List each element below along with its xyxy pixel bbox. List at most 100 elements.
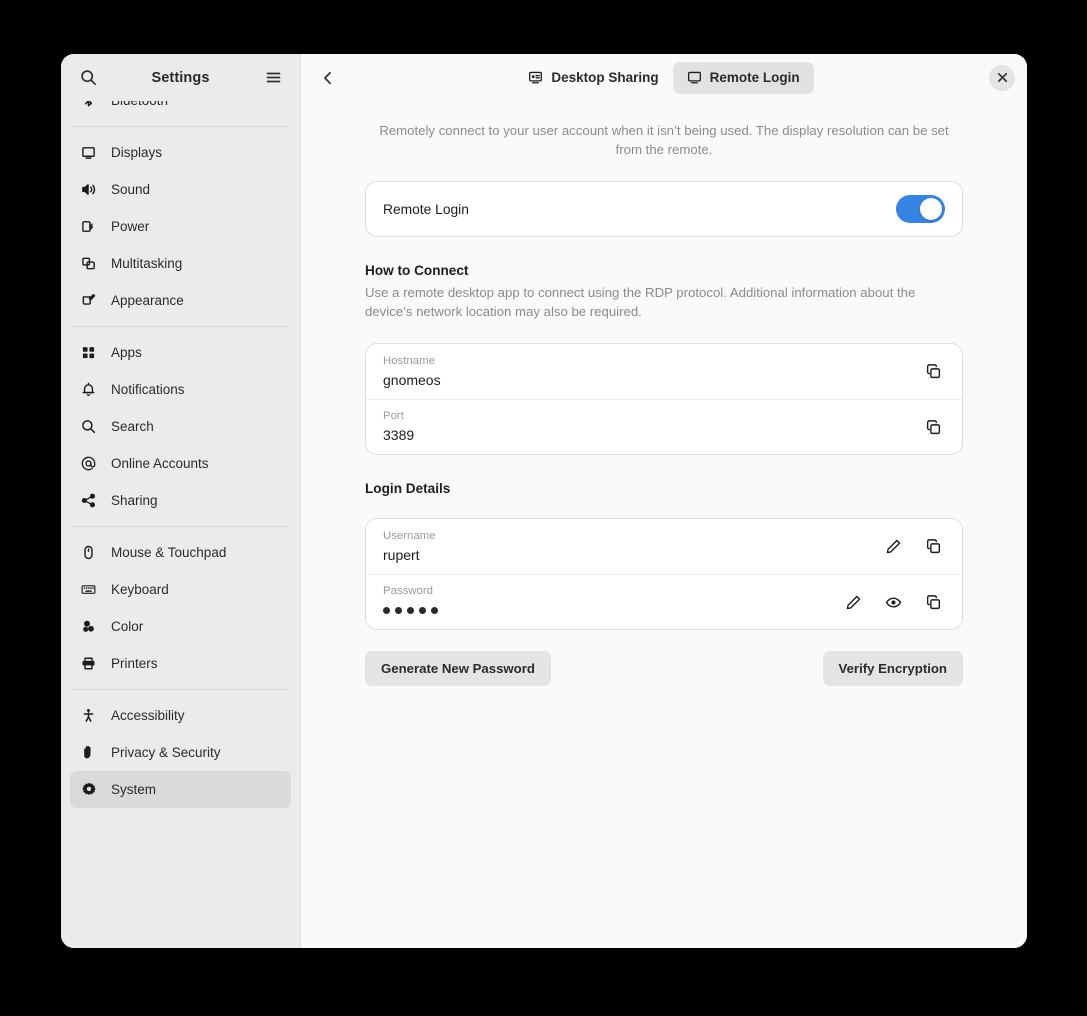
hostname-value: gnomeos [383,370,908,390]
sidebar-item-mouse-touchpad[interactable]: Mouse & Touchpad [70,534,291,571]
hostname-row: Hostname gnomeos [366,344,962,399]
content-header: Desktop Sharing Remote Login [301,54,1027,101]
sidebar-item-notifications[interactable]: Notifications [70,371,291,408]
keyboard-icon [80,581,97,598]
close-icon[interactable] [989,65,1015,91]
hamburger-menu-icon[interactable] [258,63,288,93]
sidebar-item-label: Online Accounts [111,456,209,471]
tab-label: Desktop Sharing [551,70,658,85]
sidebar-item-label: Accessibility [111,708,185,723]
port-label: Port [383,409,908,424]
username-text: Username rupert [383,529,868,565]
sidebar-clipped-group: Bluetooth [70,101,291,119]
edit-icon[interactable] [878,532,908,562]
monitor-icon [687,70,702,85]
content-body: Remotely connect to your user account wh… [301,101,1027,948]
sidebar-item-power[interactable]: Power [70,208,291,245]
back-chevron-icon[interactable] [313,63,343,93]
eye-icon[interactable] [878,587,908,617]
password-action-buttons: Generate New Password Verify Encryption [365,651,963,686]
sidebar-divider [72,526,289,527]
sidebar-item-search[interactable]: Search [70,408,291,445]
port-text: Port 3389 [383,409,908,445]
appearance-icon [80,292,97,309]
username-value: rupert [383,545,868,565]
sidebar-item-displays[interactable]: Displays [70,134,291,171]
sidebar-item-apps[interactable]: Apps [70,334,291,371]
sidebar-group-hardware: Mouse & Touchpad [70,534,291,682]
tab-desktop-sharing[interactable]: Desktop Sharing [514,62,672,94]
sidebar-item-sharing[interactable]: Sharing [70,482,291,519]
password-masked-value [383,600,828,620]
sidebar-item-label: Privacy & Security [111,745,221,760]
content-pane: Desktop Sharing Remote Login [301,54,1027,948]
sidebar-item-appearance[interactable]: Appearance [70,282,291,319]
sidebar-header: Settings [61,54,300,101]
verify-encryption-button[interactable]: Verify Encryption [823,651,963,686]
sidebar-group-system: Accessibility Privacy & Security [70,697,291,808]
sidebar-item-label: Printers [111,656,158,671]
sidebar-item-label: Appearance [111,293,184,308]
sidebar-group-apps: Apps Notifications [70,334,291,519]
bluetooth-icon [80,101,97,109]
login-details-title: Login Details [365,481,963,496]
copy-icon[interactable] [918,587,948,617]
sidebar-item-bluetooth[interactable]: Bluetooth [70,101,291,119]
printer-icon [80,655,97,672]
at-sign-icon [80,455,97,472]
tab-remote-login[interactable]: Remote Login [673,62,814,94]
sidebar-item-label: Bluetooth [111,101,168,108]
login-details-card: Username rupert [365,518,963,630]
sidebar-title: Settings [103,70,258,86]
copy-icon[interactable] [918,412,948,442]
sidebar-divider [72,326,289,327]
sidebar-item-label: Keyboard [111,582,169,597]
sidebar-item-accessibility[interactable]: Accessibility [70,697,291,734]
sidebar-item-system[interactable]: System [70,771,291,808]
copy-icon[interactable] [918,357,948,387]
hand-icon [80,744,97,761]
how-to-connect-description: Use a remote desktop app to connect usin… [365,283,963,321]
sidebar-nav-list: Bluetooth Displays [61,101,300,948]
username-row: Username rupert [366,519,962,574]
remote-login-row[interactable]: Remote Login [366,182,962,236]
sidebar-item-label: Displays [111,145,162,160]
remote-login-toggle[interactable] [896,195,945,223]
search-icon[interactable] [73,63,103,93]
share-nodes-icon [80,492,97,509]
apps-grid-icon [80,344,97,361]
settings-window: Settings Bluetooth [61,54,1027,948]
sidebar-item-label: Notifications [111,382,185,397]
toggle-knob [920,198,942,220]
sidebar-item-multitasking[interactable]: Multitasking [70,245,291,282]
password-row: Password [366,574,962,629]
username-actions [878,532,948,562]
display-icon [80,144,97,161]
hostname-label: Hostname [383,354,908,369]
sidebar-item-privacy-security[interactable]: Privacy & Security [70,734,291,771]
gear-icon [80,781,97,798]
sidebar-divider [72,689,289,690]
how-to-connect-title: How to Connect [365,263,963,278]
connection-info-card: Hostname gnomeos Port [365,343,963,455]
sidebar-item-keyboard[interactable]: Keyboard [70,571,291,608]
password-actions [838,587,948,617]
sidebar-item-sound[interactable]: Sound [70,171,291,208]
edit-icon[interactable] [838,587,868,617]
sidebar-item-label: Color [111,619,143,634]
sidebar-item-printers[interactable]: Printers [70,645,291,682]
accessibility-person-icon [80,707,97,724]
generate-new-password-button[interactable]: Generate New Password [365,651,551,686]
sidebar-item-label: Power [111,219,149,234]
sidebar-item-online-accounts[interactable]: Online Accounts [70,445,291,482]
multitasking-icon [80,255,97,272]
sidebar-group-devices: Displays Sound [70,134,291,319]
power-icon [80,218,97,235]
password-text: Password [383,584,828,620]
copy-icon[interactable] [918,532,948,562]
sound-icon [80,181,97,198]
sidebar-item-label: Apps [111,345,142,360]
sidebar-item-color[interactable]: Color [70,608,291,645]
sidebar-item-label: Mouse & Touchpad [111,545,226,560]
bell-icon [80,381,97,398]
